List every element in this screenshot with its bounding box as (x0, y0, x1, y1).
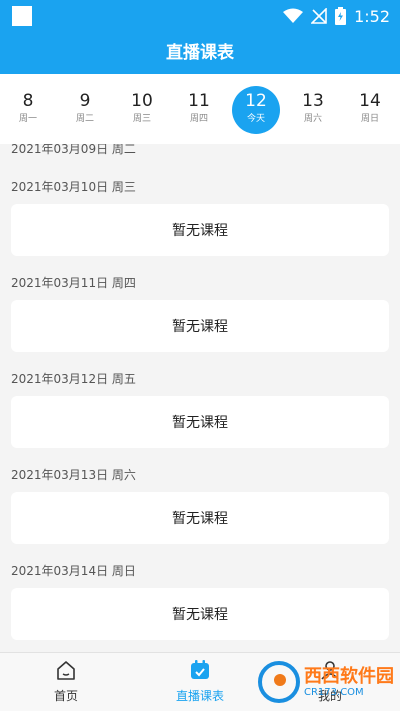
date-number: 13 (302, 91, 324, 111)
date-weekday: 周一 (18, 114, 37, 124)
empty-course-card[interactable]: 暂无课程 (11, 300, 389, 352)
day-label: 2021年03月14日 周日 (11, 564, 136, 578)
empty-course-card[interactable]: 暂无课程 (11, 492, 389, 544)
notification-icon (12, 6, 32, 26)
date-item-9[interactable]: 9 周二 (61, 86, 109, 134)
date-weekday: 周四 (189, 114, 208, 124)
date-number: 9 (79, 91, 91, 111)
watermark-subtext: CR173.COM (304, 686, 364, 698)
status-bar: 1:52 (0, 0, 400, 32)
status-time: 1:52 (354, 6, 390, 26)
day-label: 2021年03月13日 周六 (11, 468, 136, 482)
schedule-list[interactable]: 2021年03月09日 周二 2021年03月10日 周三 暂无课程 2021年… (0, 144, 400, 652)
app-header: 1:52 直播课表 (0, 0, 400, 74)
status-icons: 1:52 (283, 6, 390, 26)
page-title: 直播课表 (166, 43, 234, 63)
home-icon (57, 661, 75, 680)
date-weekday: 周六 (303, 114, 322, 124)
battery-icon (335, 7, 347, 25)
week-date-strip: 8 周一 9 周二 10 周三 11 周四 12 今天 13 周六 14 周日 (0, 74, 400, 144)
date-weekday: 周三 (132, 114, 151, 124)
watermark: 西西软件园 CR173.COM (258, 658, 394, 706)
watermark-text: 西西软件园 (304, 665, 394, 687)
date-number: 12 (245, 91, 267, 111)
tab-home[interactable]: 首页 (40, 659, 92, 704)
watermark-text-block: 西西软件园 CR173.COM (304, 665, 394, 698)
date-weekday: 周二 (75, 114, 94, 124)
tab-live-schedule[interactable]: 直播课表 (164, 659, 236, 704)
date-item-11[interactable]: 11 周四 (175, 86, 223, 134)
empty-course-card[interactable]: 暂无课程 (11, 396, 389, 448)
date-weekday: 周日 (360, 114, 379, 124)
day-label: 2021年03月12日 周五 (11, 372, 136, 386)
date-item-8[interactable]: 8 周一 (4, 86, 52, 134)
calendar-icon (191, 660, 209, 679)
empty-course-card[interactable]: 暂无课程 (11, 588, 389, 640)
no-signal-icon (311, 8, 327, 24)
wifi-icon (283, 8, 304, 23)
date-number: 8 (22, 91, 34, 111)
date-item-13[interactable]: 13 周六 (289, 86, 337, 134)
date-weekday: 今天 (246, 114, 265, 124)
empty-course-card[interactable]: 暂无课程 (11, 204, 389, 256)
date-number: 11 (188, 91, 210, 111)
watermark-logo-icon (258, 661, 300, 703)
day-label: 2021年03月10日 周三 (11, 180, 136, 194)
day-label: 2021年03月09日 周二 (11, 144, 136, 156)
day-label: 2021年03月11日 周四 (11, 276, 136, 290)
date-item-today[interactable]: 12 今天 (232, 86, 280, 134)
tab-live-label: 直播课表 (175, 689, 224, 703)
date-number: 10 (131, 91, 153, 111)
date-item-10[interactable]: 10 周三 (118, 86, 166, 134)
tab-home-label: 首页 (53, 689, 78, 703)
date-item-14[interactable]: 14 周日 (346, 86, 394, 134)
date-number: 14 (359, 91, 381, 111)
